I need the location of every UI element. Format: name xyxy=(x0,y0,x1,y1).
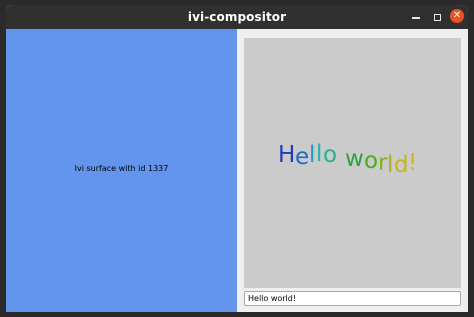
minimize-icon xyxy=(412,17,420,19)
hello-canvas: Hello w o r l d! xyxy=(244,38,461,288)
hello-world-text: Hello w o r l d! xyxy=(278,141,448,192)
hello-letter: w xyxy=(345,146,364,172)
title-bar[interactable]: ivi-compositor ✕ xyxy=(6,5,468,29)
text-input-field[interactable] xyxy=(244,291,461,306)
hello-letter: l xyxy=(387,152,394,178)
hello-letter: H xyxy=(278,142,296,168)
hello-letter: l xyxy=(316,141,323,167)
maximize-icon xyxy=(433,13,441,21)
app-window: ivi-compositor ✕ Ivi surface with id 133… xyxy=(6,5,468,312)
ivi-surface-right: Hello w o r l d! xyxy=(237,29,468,312)
hello-letter: e xyxy=(295,144,310,170)
hello-letter: d xyxy=(394,152,409,178)
ivi-surface-1337[interactable]: Ivi surface with id 1337 xyxy=(6,29,237,312)
close-icon: ✕ xyxy=(452,10,462,21)
surface-label: Ivi surface with id 1337 xyxy=(74,164,169,173)
window-title: ivi-compositor xyxy=(187,10,287,24)
hello-letter: l xyxy=(309,142,316,168)
maximize-button[interactable] xyxy=(429,9,445,25)
hello-letter: o xyxy=(364,148,379,174)
close-button[interactable]: ✕ xyxy=(450,9,464,23)
hello-letter: o xyxy=(323,142,338,168)
minimize-button[interactable] xyxy=(408,9,424,25)
hello-letter: ! xyxy=(408,150,418,176)
